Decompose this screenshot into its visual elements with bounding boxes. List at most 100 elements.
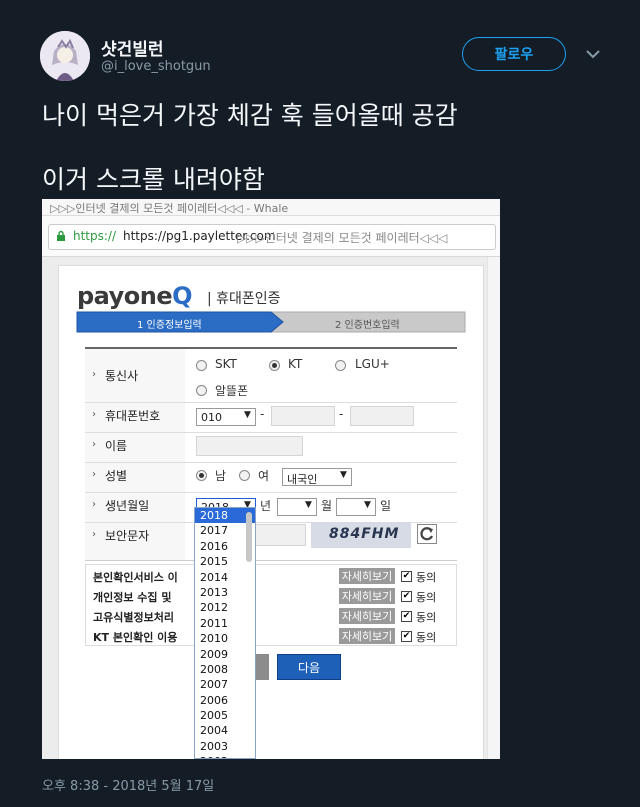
url-scheme: https:// [73, 229, 117, 243]
birth-label: 생년월일 [105, 499, 150, 513]
agree-label[interactable]: 동의 [416, 569, 436, 585]
year-option[interactable]: 2005 [195, 708, 255, 723]
address-bar: https:// https://pg1.payletter.com ▷▷▷인터… [42, 216, 500, 257]
agreement-label: KT 본인확인 이용 [93, 631, 178, 644]
page-scrollbar[interactable] [487, 257, 500, 759]
step-2-label: 2 인증번호입력 [335, 320, 400, 331]
browser-tab: ▷▷▷인터넷 결제의 모든것 페이레터◁◁◁ - Whale [42, 199, 500, 216]
avatar-image [40, 31, 90, 81]
row-divider [85, 462, 457, 463]
phone-middle-input[interactable] [271, 406, 335, 426]
radio-kt[interactable] [269, 360, 280, 371]
year-option[interactable]: 2010 [195, 631, 255, 646]
url-page-title: ▷▷▷인터넷 결제의 모든것 페이레터◁◁◁ [237, 231, 448, 245]
nationality-value: 내국인 [287, 473, 318, 486]
detail-button[interactable]: 자세히보기 [339, 588, 395, 604]
display-name[interactable]: 샷건빌런 [101, 35, 164, 60]
agree-label[interactable]: 동의 [416, 629, 436, 645]
detail-button[interactable]: 자세히보기 [339, 628, 395, 644]
gender-label: 성별 [105, 469, 128, 483]
gender-male-label[interactable]: 남 [215, 467, 226, 484]
phone-prefix-select[interactable]: 010 ▼ [196, 408, 256, 426]
birth-day-select[interactable]: ▼ [336, 498, 376, 516]
auth-panel: payoneQ | 휴대폰인증 1 인증정보입력 2 인증번호입력 › 통신사 … [58, 265, 484, 759]
chevron-right-icon: › [92, 369, 96, 380]
agreement-label: 개인정보 수집 및 [93, 591, 172, 604]
phone-label: 휴대폰번호 [105, 409, 161, 423]
year-option[interactable]: 2003 [195, 739, 255, 754]
select-arrow-icon: ▼ [364, 500, 371, 510]
carrier-label: 통신사 [105, 369, 139, 383]
radio-female[interactable] [239, 470, 250, 481]
payoneq-logo: payoneQ [77, 282, 193, 310]
phone-dash: - [260, 407, 265, 421]
detail-button[interactable]: 자세히보기 [339, 568, 395, 584]
agree-label[interactable]: 동의 [416, 609, 436, 625]
captcha-label: 보안문자 [105, 529, 150, 543]
step-1-label: 1 인증정보입력 [137, 320, 202, 331]
radio-skt[interactable] [196, 360, 207, 371]
carrier-option[interactable]: KT [288, 357, 302, 371]
select-arrow-icon: ▼ [305, 500, 312, 510]
dropdown-scrollbar[interactable] [246, 512, 252, 562]
refresh-icon[interactable] [417, 524, 437, 544]
birth-month-select[interactable]: ▼ [277, 498, 317, 516]
name-label: 이름 [105, 439, 128, 453]
year-option[interactable]: 2004 [195, 723, 255, 738]
avatar[interactable] [40, 31, 90, 81]
year-option[interactable]: 2002 [195, 754, 255, 758]
year-dropdown-list[interactable]: 2018 2017 2016 2015 2014 2013 2012 2011 2010 2009… [194, 507, 256, 759]
agree-checkbox[interactable]: ✔ [401, 591, 412, 602]
tweet-text-line: 이거 스크롤 내려야함 [42, 165, 265, 194]
chevron-down-icon[interactable] [583, 44, 603, 64]
chevron-right-icon: › [92, 409, 96, 420]
next-button[interactable]: 다음 [277, 654, 341, 680]
nationality-select[interactable]: 내국인 ▼ [282, 468, 352, 486]
radio-mvno[interactable] [196, 385, 207, 396]
year-option[interactable]: 2013 [195, 585, 255, 600]
gender-female-label[interactable]: 여 [258, 467, 269, 484]
year-option[interactable]: 2011 [195, 616, 255, 631]
year-option[interactable]: 2007 [195, 677, 255, 692]
phone-last-input[interactable] [350, 406, 414, 426]
url-box: https:// https://pg1.payletter.com ▷▷▷인터… [48, 224, 496, 250]
logo-q: Q [172, 282, 193, 310]
captcha-image: 884FHM [311, 522, 411, 548]
select-arrow-icon: ▼ [340, 470, 347, 480]
agree-checkbox[interactable]: ✔ [401, 631, 412, 642]
chevron-right-icon: › [92, 469, 96, 480]
carrier-option[interactable]: 알뜰폰 [215, 382, 248, 399]
year-option[interactable]: 2012 [195, 600, 255, 615]
phone-prefix-value: 010 [201, 411, 222, 424]
radio-male[interactable] [196, 470, 207, 481]
logo-text: payone [77, 282, 173, 310]
year-option[interactable]: 2006 [195, 693, 255, 708]
chevron-right-icon: › [92, 499, 96, 510]
logo-subtitle: | 휴대폰인증 [207, 291, 281, 307]
carrier-option[interactable]: LGU+ [355, 357, 390, 371]
tab-title: ▷▷▷인터넷 결제의 모든것 페이레터◁◁◁ - Whale [50, 202, 289, 215]
agree-label[interactable]: 동의 [416, 589, 436, 605]
year-unit: 년 [260, 499, 272, 513]
follow-button[interactable]: 팔로우 [462, 37, 566, 71]
carrier-option[interactable]: SKT [215, 357, 237, 371]
year-option[interactable]: 2009 [195, 647, 255, 662]
agree-checkbox[interactable]: ✔ [401, 571, 412, 582]
name-input[interactable] [196, 436, 303, 456]
lock-icon [55, 230, 67, 242]
agree-checkbox[interactable]: ✔ [401, 611, 412, 622]
detail-button[interactable]: 자세히보기 [339, 608, 395, 624]
chevron-right-icon: › [92, 529, 96, 540]
chevron-right-icon: › [92, 439, 96, 450]
agreement-label: 본인확인서비스 이 [93, 571, 178, 584]
day-unit: 일 [380, 499, 392, 513]
tweet-timestamp[interactable]: 오후 8:38 - 2018년 5월 17일 [42, 775, 214, 794]
radio-lgu[interactable] [335, 360, 346, 371]
user-handle[interactable]: @i_love_shotgun [101, 59, 211, 74]
tweet-text-line: 나이 먹은거 가장 체감 훅 들어올때 공감 [42, 101, 458, 130]
year-option[interactable]: 2008 [195, 662, 255, 677]
attached-screenshot[interactable]: ▷▷▷인터넷 결제의 모든것 페이레터◁◁◁ - Whale https:// … [42, 199, 500, 759]
phone-dash: - [339, 407, 344, 421]
row-divider [85, 492, 457, 493]
year-option[interactable]: 2014 [195, 570, 255, 585]
